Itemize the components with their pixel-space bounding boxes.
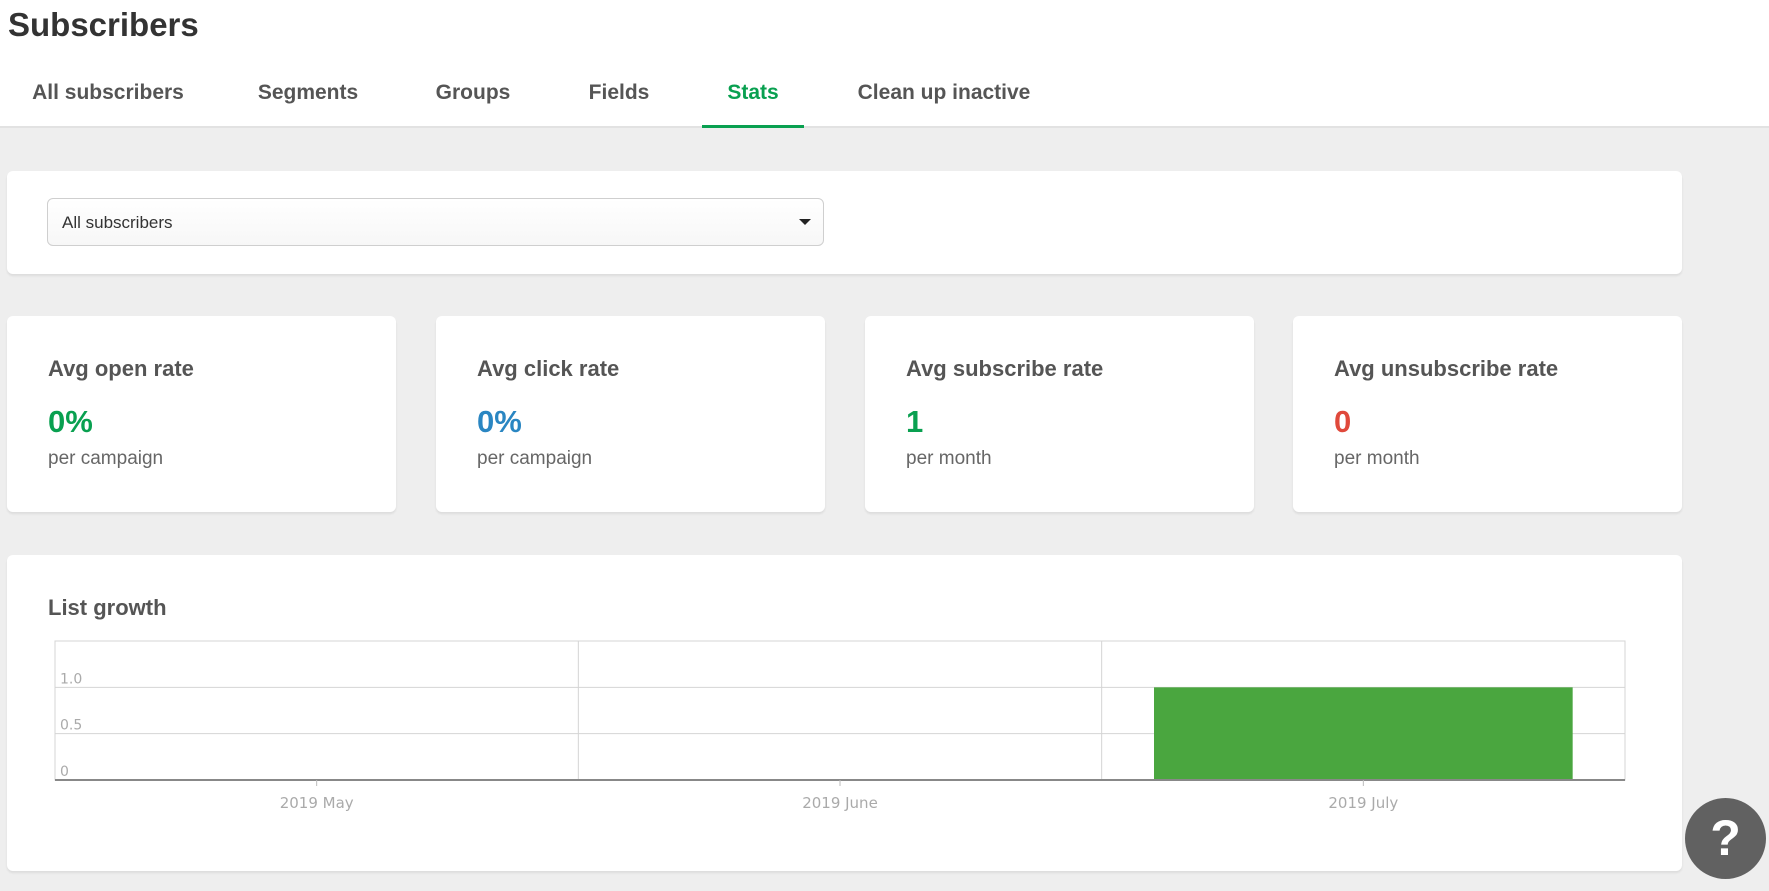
tab-fields[interactable]: Fields (582, 66, 656, 128)
stat-card-click-rate: Avg click rate 0% per campaign (436, 316, 825, 512)
stat-title: Avg open rate (48, 356, 194, 381)
stat-title: Avg subscribe rate (906, 356, 1104, 381)
list-growth-card: List growth 0 0.5 1.0 2019 May 2019 June 2019… (7, 555, 1682, 871)
list-growth-chart: 0 0.5 1.0 2019 May 2019 June 2019 July (54, 640, 1626, 812)
stat-title: Avg unsubscribe rate (1334, 356, 1559, 381)
stat-card-subscribe-rate: Avg subscribe rate 1 per month (865, 316, 1254, 512)
help-button[interactable]: ? (1685, 798, 1766, 879)
stat-value: 0 (1334, 404, 1352, 439)
subscriber-filter-select[interactable]: All subscribers (47, 198, 824, 246)
x-tick-label: 2019 July (1328, 794, 1398, 812)
stat-card-unsubscribe-rate: Avg unsubscribe rate 0 per month (1293, 316, 1682, 512)
stat-subtitle: per month (906, 448, 992, 469)
stat-card-open-rate: Avg open rate 0% per campaign (7, 316, 396, 512)
page-title: Subscribers (8, 6, 199, 43)
y-tick-label: 0 (60, 764, 69, 780)
tab-all-subscribers[interactable]: All subscribers (8, 66, 208, 128)
header: Subscribers All subscribers Segments Gro… (0, 0, 1769, 128)
question-mark-icon: ? (1710, 810, 1741, 866)
tab-stats[interactable]: Stats (702, 66, 804, 128)
filter-card: All subscribers (7, 171, 1682, 274)
stat-subtitle: per campaign (477, 448, 593, 469)
bar (1154, 687, 1573, 780)
stat-value: 1 (906, 404, 924, 439)
tab-clean-up-inactive[interactable]: Clean up inactive (856, 66, 1032, 128)
caret-down-icon (799, 219, 811, 225)
stat-subtitle: per month (1334, 448, 1420, 469)
x-tick-label: 2019 June (802, 794, 878, 812)
y-tick-label: 0.5 (60, 718, 82, 734)
stat-subtitle: per campaign (48, 448, 164, 469)
stat-value: 0% (477, 404, 522, 439)
tab-segments[interactable]: Segments (250, 66, 366, 128)
x-tick-label: 2019 May (280, 794, 354, 812)
select-value: All subscribers (62, 213, 173, 232)
stat-value: 0% (48, 404, 93, 439)
tab-groups[interactable]: Groups (430, 66, 516, 128)
y-tick-label: 1.0 (60, 671, 82, 687)
stat-title: Avg click rate (477, 356, 620, 381)
